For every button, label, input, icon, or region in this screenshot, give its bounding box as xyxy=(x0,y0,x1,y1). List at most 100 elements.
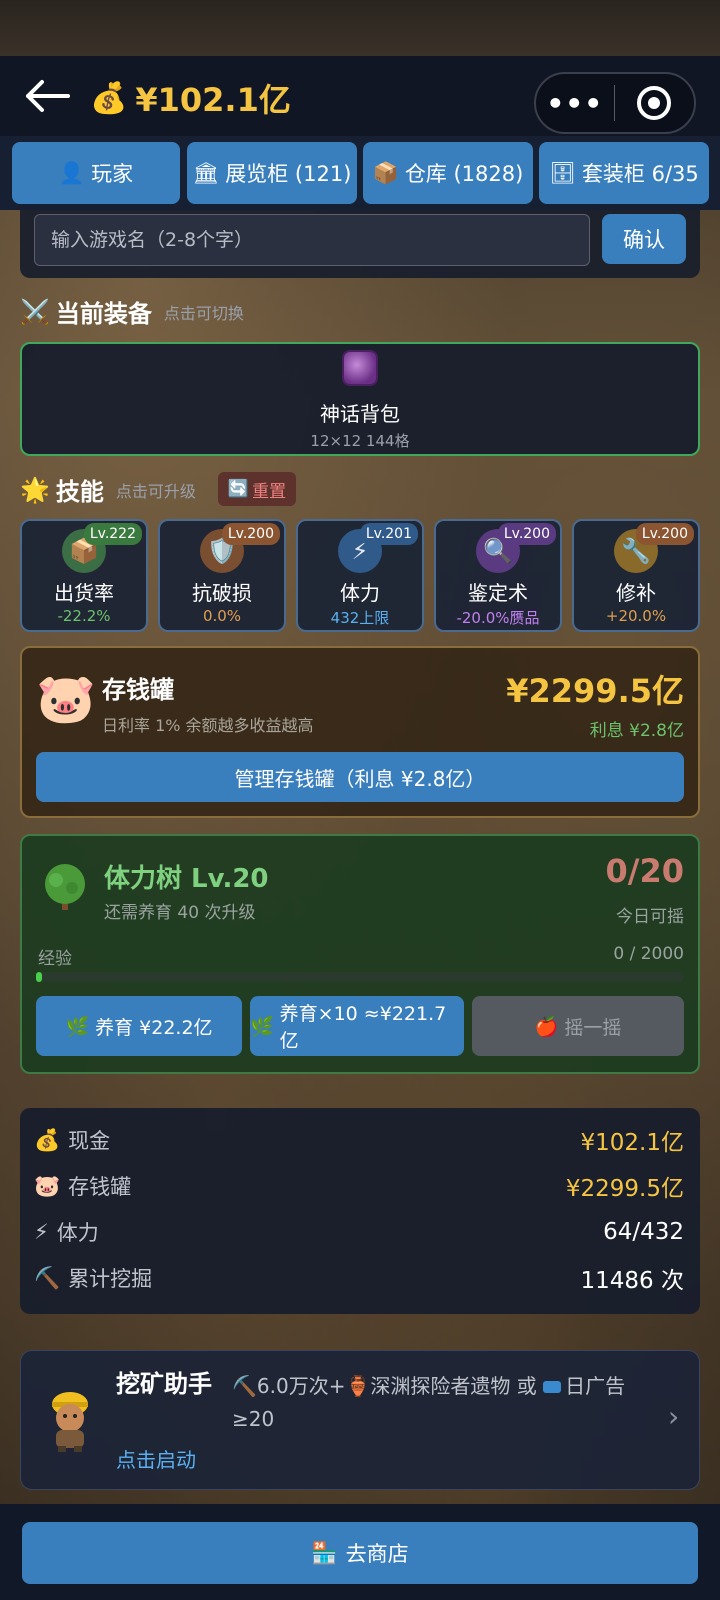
tv-icon xyxy=(543,1381,562,1393)
exp-label: 经验 xyxy=(38,949,72,969)
stat-label: 累计挖掘 xyxy=(68,1267,153,1291)
piggy-bank-amount: ¥2299.5亿 xyxy=(506,672,684,710)
tab-warehouse[interactable]: 📦 仓库 (1828) xyxy=(363,142,533,204)
backpack-icon xyxy=(342,350,378,386)
nurture-10-button[interactable]: 🌿 养育×10 ≈¥221.7亿 xyxy=(250,996,464,1056)
mining-assistant-start[interactable]: 点击启动 xyxy=(116,1444,196,1473)
section-title: 当前装备 xyxy=(55,300,152,328)
back-arrow-icon[interactable] xyxy=(22,74,72,118)
stat-row-piggy: 🐷 存钱罐 ¥2299.5亿 xyxy=(34,1168,684,1204)
section-hint: 点击可升级 xyxy=(115,481,196,501)
tab-label: 仓库 (1828) xyxy=(404,162,524,186)
equipped-item-name: 神话背包 xyxy=(320,402,400,426)
exp-progress-fill xyxy=(36,972,42,982)
skill-card-stamina[interactable]: ⚡ Lv.201 体力 432上限 xyxy=(296,519,424,632)
stat-row-cash: 💰 现金 ¥102.1亿 xyxy=(34,1122,684,1158)
mini-program-capsule: ••• xyxy=(534,72,696,134)
museum-icon: 🏛 xyxy=(192,160,220,185)
section-hint: 点击可切换 xyxy=(163,303,244,323)
game-name-input[interactable] xyxy=(34,214,590,266)
skill-value: -20.0%赝品 xyxy=(456,609,540,627)
skill-value: 0.0% xyxy=(202,607,242,625)
piggy-bank-title: 存钱罐 xyxy=(102,676,174,704)
skill-name: 抗破损 xyxy=(192,581,252,605)
skill-card-shipping[interactable]: 📦 Lv.222 出货率 -22.2% xyxy=(20,519,148,632)
person-icon: 👤 xyxy=(58,160,86,185)
sprout-icon: 🌿 xyxy=(65,1015,90,1038)
lightning-icon: ⚡ xyxy=(34,1220,49,1244)
nurture-label: 养育 ¥22.2亿 xyxy=(95,1016,213,1039)
stamina-tree-title: 体力树 Lv.20 xyxy=(104,864,269,894)
skill-card-appraisal[interactable]: 🔍 Lv.200 鉴定术 -20.0%赝品 xyxy=(434,519,562,632)
stat-row-digs: ⛏️ 累计挖掘 11486 次 xyxy=(34,1260,684,1296)
more-options-icon[interactable]: ••• xyxy=(536,87,614,120)
relic-icon: 🏺 xyxy=(345,1374,371,1398)
tab-label: 玩家 xyxy=(91,162,134,186)
piggy-bank-interest: 利息 ¥2.8亿 xyxy=(589,721,684,741)
tab-set-cabinet[interactable]: 🗄 套装柜 6/35 xyxy=(539,142,709,204)
skill-name: 出货率 xyxy=(54,581,114,605)
money-bag-icon: 💰 xyxy=(34,1127,61,1152)
crossed-swords-icon: ⚔️ xyxy=(20,297,50,326)
stat-label: 体力 xyxy=(56,1221,99,1245)
mining-assistant-requirements: ⛏️6.0万次+🏺深渊探险者遗物 或 日广告≥20 xyxy=(232,1370,662,1436)
skill-value: +20.0% xyxy=(605,607,667,625)
page-title: 💰 ¥102.1亿 xyxy=(90,76,291,120)
sun-icon: 🌟 xyxy=(20,475,50,504)
shake-count: 0/20 xyxy=(605,852,684,890)
chevron-right-icon: › xyxy=(668,1400,680,1433)
req-digs: 6.0万次+ xyxy=(256,1374,346,1398)
reset-skills-button[interactable]: 🔄 重置 xyxy=(218,472,296,506)
skill-level-badge: Lv.200 xyxy=(635,523,694,545)
piggy-bank-desc: 日利率 1% 余额越多收益越高 xyxy=(102,716,314,735)
confirm-button[interactable]: 确认 xyxy=(602,214,686,264)
exp-progress-track xyxy=(36,972,684,982)
section-title: 技能 xyxy=(55,478,104,506)
tab-label: 展览柜 (121) xyxy=(225,162,352,186)
reset-label: 重置 xyxy=(252,481,287,502)
close-program-button[interactable] xyxy=(615,86,695,120)
shop-label: 去商店 xyxy=(345,1542,409,1566)
stat-value: ¥102.1亿 xyxy=(580,1130,684,1156)
equipment-header: ⚔️ 当前装备 点击可切换 xyxy=(20,294,244,329)
req-relic: 深渊探险者遗物 或 xyxy=(370,1374,544,1398)
skill-card-durability[interactable]: 🛡️ Lv.200 抗破损 0.0% xyxy=(158,519,286,632)
shake-label: 摇一摇 xyxy=(564,1016,622,1039)
exp-value: 0 / 2000 xyxy=(613,944,684,964)
cabinet-icon: 🗄 xyxy=(549,160,576,185)
shake-button[interactable]: 🍎 摇一摇 xyxy=(472,996,684,1056)
equipped-item-size: 12×12 144格 xyxy=(310,432,410,450)
skill-level-badge: Lv.201 xyxy=(359,523,418,545)
stat-label: 存钱罐 xyxy=(68,1175,132,1199)
box-icon: 📦 xyxy=(372,160,399,185)
stat-value: 64/432 xyxy=(603,1219,684,1245)
sprout-icon: 🌿 xyxy=(250,1015,274,1038)
stat-label: 现金 xyxy=(68,1129,111,1153)
skill-level-badge: Lv.200 xyxy=(497,523,556,545)
skills-header: 🌟 技能 点击可升级 xyxy=(20,472,196,507)
money-bag-icon: 💰 xyxy=(90,80,128,116)
tree-icon xyxy=(38,862,92,912)
pig-icon: 🐷 xyxy=(36,671,96,727)
mining-assistant-title: 挖矿助手 xyxy=(116,1370,212,1398)
nurture-10-label: 养育×10 ≈¥221.7亿 xyxy=(279,1003,447,1052)
skill-name: 鉴定术 xyxy=(468,581,528,605)
go-to-shop-button[interactable]: 🏪 去商店 xyxy=(22,1522,698,1584)
skill-level-badge: Lv.200 xyxy=(221,523,280,545)
apple-icon: 🍎 xyxy=(534,1015,559,1038)
tab-player[interactable]: 👤 玩家 xyxy=(12,142,180,204)
skill-card-repair[interactable]: 🔧 Lv.200 修补 +20.0% xyxy=(572,519,700,632)
skill-value: 432上限 xyxy=(330,609,390,627)
nurture-button[interactable]: 🌿 养育 ¥22.2亿 xyxy=(36,996,242,1056)
record-circle-icon xyxy=(637,86,672,120)
skill-value: -22.2% xyxy=(57,607,111,625)
manage-piggy-bank-button[interactable]: 管理存钱罐（利息 ¥2.8亿） xyxy=(36,752,684,802)
stat-value: ¥2299.5亿 xyxy=(565,1176,684,1202)
pickaxe-icon: ⛏️ xyxy=(232,1374,257,1398)
tab-label: 套装柜 6/35 xyxy=(581,162,699,186)
skill-level-badge: Lv.222 xyxy=(83,523,142,545)
title-balance: ¥102.1亿 xyxy=(135,81,291,119)
stat-row-stamina: ⚡ 体力 64/432 xyxy=(34,1214,684,1250)
tab-showcase[interactable]: 🏛 展览柜 (121) xyxy=(187,142,357,204)
store-icon: 🏪 xyxy=(311,1540,338,1565)
